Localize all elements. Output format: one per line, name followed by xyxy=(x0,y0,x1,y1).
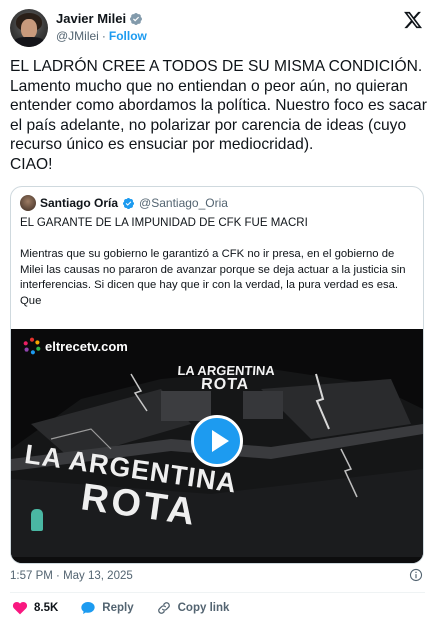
quoted-post-header: Santiago Oría @Santiago_Oria xyxy=(20,195,228,211)
quoted-post-title: EL GARANTE DE LA IMPUNIDAD DE CFK FUE MA… xyxy=(20,217,308,229)
post-date: May 13, 2025 xyxy=(63,570,133,582)
quoted-author-handle: @Santiago_Oria xyxy=(139,196,228,210)
channel-brand-text: eltrecetv.com xyxy=(45,338,128,354)
post-timestamp[interactable]: 1:57 PM · May 13, 2025 xyxy=(10,570,133,582)
reply-icon xyxy=(81,602,95,614)
divider xyxy=(10,592,425,593)
copy-link-label: Copy link xyxy=(177,602,230,614)
action-bar: 8.5K Reply Copy link xyxy=(12,600,251,616)
author-name[interactable]: Javier Milei xyxy=(56,11,126,26)
reply-button[interactable]: Reply xyxy=(80,600,134,616)
eltrece-logo-icon xyxy=(23,337,41,355)
copy-link-button[interactable]: Copy link xyxy=(156,600,230,616)
verified-badge-icon xyxy=(130,12,143,25)
sign-small-line2: ROTA xyxy=(200,376,250,393)
handle-separator: · xyxy=(101,29,106,43)
quoted-post[interactable]: Santiago Oría @Santiago_Oria EL GARANTE … xyxy=(10,186,424,564)
heart-icon xyxy=(12,601,28,615)
verified-badge-icon xyxy=(122,197,135,209)
quoted-author-avatar xyxy=(20,195,36,211)
post-time: 1:57 PM xyxy=(10,570,53,582)
sign-small: LA ARGENTINA ROTA xyxy=(176,363,275,393)
author-info: Javier Milei @JMilei · Follow xyxy=(56,11,147,43)
person-figure xyxy=(31,509,43,531)
reply-label: Reply xyxy=(102,602,134,614)
author-avatar[interactable] xyxy=(10,9,48,47)
author-handle[interactable]: @JMilei xyxy=(56,29,99,43)
link-icon xyxy=(157,602,170,614)
like-button[interactable]: 8.5K xyxy=(12,600,58,616)
post-text: EL LADRÓN CREE A TODOS DE SU MISMA CONDI… xyxy=(10,58,427,173)
quoted-author-name: Santiago Oría xyxy=(40,196,119,210)
video-player[interactable]: eltrecetv.com LA ARGENTINA ROTA LA ARGEN… xyxy=(11,329,423,563)
quoted-post-text: Mientras que su gobierno le garantizó a … xyxy=(20,248,406,307)
info-icon[interactable] xyxy=(409,568,423,582)
post-header: Javier Milei @JMilei · Follow xyxy=(10,8,425,48)
timestamp-separator: · xyxy=(56,570,60,582)
like-count: 8.5K xyxy=(34,602,59,614)
follow-button[interactable]: Follow xyxy=(109,29,147,43)
channel-watermark: eltrecetv.com xyxy=(23,337,128,355)
play-icon[interactable] xyxy=(191,415,243,467)
x-logo-icon[interactable] xyxy=(403,10,423,30)
